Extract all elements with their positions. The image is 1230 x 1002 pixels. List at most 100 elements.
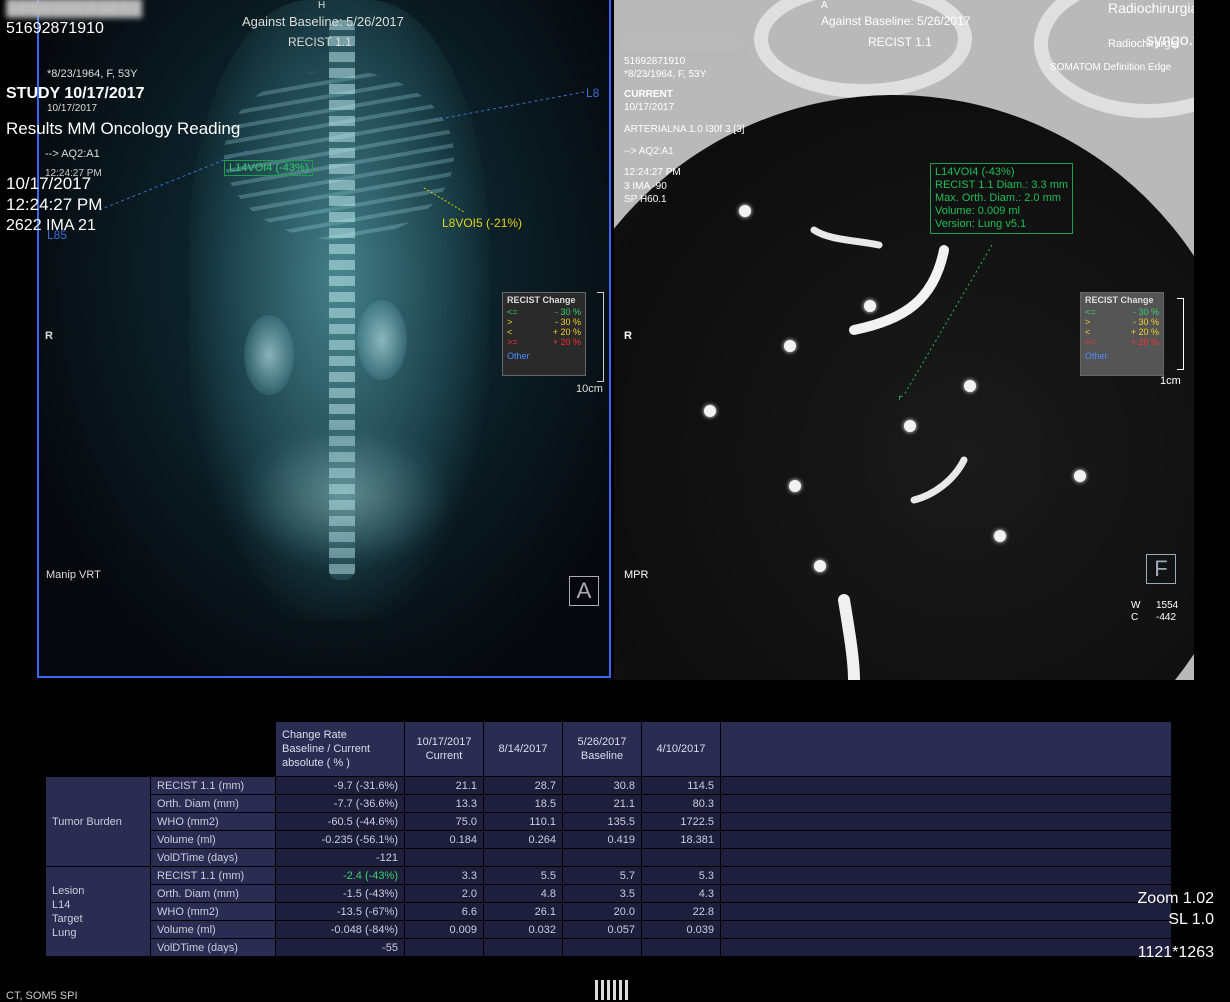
svg-text:⌜: ⌜: [898, 394, 904, 408]
window-w-label: W: [1131, 600, 1141, 611]
group-tumor-burden: Tumor Burden: [46, 777, 150, 866]
right-patient-id: 51692871910: [624, 56, 686, 67]
measurement-version: Version: Lung v5.1: [935, 218, 1027, 230]
recist-legend-row: < + 20 %: [507, 327, 581, 337]
empty-cell: [721, 867, 1171, 884]
value-cell: [484, 939, 562, 956]
left-orientation-r: R: [45, 330, 53, 342]
right-recist-label: RECIST 1.1: [868, 35, 932, 49]
logo-icon: [595, 980, 631, 1000]
change-cell: -13.5 (-67%): [276, 903, 404, 920]
window-center-value: -442: [1156, 612, 1177, 623]
value-cell: [642, 849, 720, 866]
left-mode-label: Manip VRT: [46, 569, 101, 581]
empty-cell: [721, 921, 1171, 938]
recist-change-legend-right: RECIST Change <= - 30 % > - 30 % < + 20 % >…: [1080, 292, 1164, 376]
recist-legend-title: RECIST Change: [1085, 295, 1154, 305]
row-label: VolDTime (days): [151, 849, 275, 866]
table-row[interactable]: Orth. Diam (mm) -7.7 (-36.6%) 13.3 18.5 …: [46, 795, 1171, 812]
right-sp: SP H60.1: [624, 194, 667, 205]
empty-cell: [721, 885, 1171, 902]
recist-legend-other: Other: [1085, 351, 1108, 361]
right-series: ARTERIALNA 1.0 I30f 3 [3]: [624, 124, 745, 135]
recist-legend-row: <= - 30 %: [1085, 307, 1159, 317]
value-cell: 3.5: [563, 885, 641, 902]
recist-legend-row: < + 20 %: [1085, 327, 1159, 337]
right-baseline-text: Against Baseline: 5/26/2017: [821, 14, 971, 28]
study-time-large: 12:24:27 PM: [6, 195, 103, 214]
right-viewport-mpr[interactable]: ⌜ ██████████████ 51692871910 *8/23/1964,…: [614, 0, 1194, 680]
value-cell: 5.3: [642, 867, 720, 884]
header-date-current: 10/17/2017 Current: [405, 722, 483, 776]
value-cell: [563, 849, 641, 866]
measurement-orth: Max. Orth. Diam.: 2.0 mm: [935, 192, 1061, 204]
recist-legend-title: RECIST Change: [507, 295, 576, 305]
empty-cell: [721, 795, 1171, 812]
change-cell: -9.7 (-31.6%): [276, 777, 404, 794]
redacted-patient-name: ████████████: [6, 0, 143, 17]
change-cell: -121: [276, 849, 404, 866]
right-patient-info: *8/23/1964, F, 53Y: [624, 69, 707, 80]
recist-legend-row: > - 30 %: [1085, 317, 1159, 327]
baseline-text: Against Baseline: 5/26/2017: [242, 14, 404, 29]
row-label: VolDTime (days): [151, 939, 275, 956]
row-label: Orth. Diam (mm): [151, 885, 275, 902]
table-row[interactable]: Lesion L14 Target Lung RECIST 1.1 (mm) -…: [46, 867, 1171, 956]
recist-legend-row: <= - 30 %: [507, 307, 581, 317]
header-date-4: 4/10/2017: [642, 722, 720, 776]
value-cell: [405, 939, 483, 956]
value-cell: [563, 939, 641, 956]
recist-legend-row: >= + 20 %: [507, 337, 581, 347]
table-row[interactable]: WHO (mm2) -60.5 (-44.6%) 75.0 110.1 135.…: [46, 813, 1171, 830]
left-patient-info: *8/23/1964, F, 53Y: [47, 68, 138, 80]
value-cell: 0.009: [405, 921, 483, 938]
value-cell: 0.032: [484, 921, 562, 938]
left-arrow-info: --> AQ2:A1: [45, 148, 100, 160]
table-row[interactable]: WHO (mm2) -13.5 (-67%) 6.6 26.1 20.0 22.…: [46, 903, 1171, 920]
lesion-tag-l14[interactable]: L14VOI4 (-43%): [224, 160, 314, 176]
table-row[interactable]: Tumor Burden RECIST 1.1 (mm) -9.7 (-31.6…: [46, 777, 1171, 866]
table-row[interactable]: VolDTime (days) -121: [46, 849, 1171, 866]
value-cell: 2.0: [405, 885, 483, 902]
right-ima: 3 IMA -90: [624, 181, 667, 192]
results-table: Change Rate Baseline / Current absolute …: [45, 721, 1172, 957]
value-cell: 30.8: [563, 777, 641, 794]
value-cell: 4.3: [642, 885, 720, 902]
change-cell: -0.235 (-56.1%): [276, 831, 404, 848]
value-cell: 5.7: [563, 867, 641, 884]
change-cell: -60.5 (-44.6%): [276, 813, 404, 830]
table-row[interactable]: Volume (ml) -0.048 (-84%) 0.009 0.032 0.…: [46, 921, 1171, 938]
right-mode-label: MPR: [624, 569, 649, 581]
row-label: Volume (ml): [151, 921, 275, 938]
table-header-row: Change Rate Baseline / Current absolute …: [46, 722, 1171, 776]
value-cell: 21.1: [563, 795, 641, 812]
right-date: 10/17/2017: [624, 102, 675, 113]
value-cell: 18.5: [484, 795, 562, 812]
change-cell: -1.5 (-43%): [276, 885, 404, 902]
table-row[interactable]: Orth. Diam (mm) -1.5 (-43%) 2.0 4.8 3.5 …: [46, 885, 1171, 902]
orientation-top-a: A: [821, 0, 828, 11]
header-date-2: 8/14/2017: [484, 722, 562, 776]
lesion-tag-l8voi5[interactable]: L8VOI5 (-21%): [442, 216, 522, 230]
recist-label: RECIST 1.1: [288, 35, 352, 49]
table-row[interactable]: Volume (ml) -0.235 (-56.1%) 0.184 0.264 …: [46, 831, 1171, 848]
row-label: WHO (mm2): [151, 903, 275, 920]
left-study-date-small: 10/17/2017: [47, 103, 98, 114]
study-date: STUDY 10/17/2017: [6, 85, 145, 102]
lesion-tag-l8[interactable]: L8: [586, 86, 599, 100]
view-letter-f: F: [1146, 554, 1176, 584]
right-scale-label: 1cm: [1160, 375, 1181, 387]
row-label: RECIST 1.1 (mm): [151, 777, 275, 794]
right-current-label: CURRENT: [624, 89, 673, 100]
value-cell: 28.7: [484, 777, 562, 794]
study-date-large: 10/17/2017: [6, 174, 92, 193]
value-cell: 20.0: [563, 903, 641, 920]
value-cell: 5.5: [484, 867, 562, 884]
lesion-measurement-box[interactable]: L14VOI4 (-43%) RECIST 1.1 Diam.: 3.3 mm …: [930, 163, 1074, 234]
table-row[interactable]: VolDTime (days) -55: [46, 939, 1171, 956]
empty-cell: [721, 813, 1171, 830]
product-label: syngo.via: [1146, 32, 1194, 49]
value-cell: 22.8: [642, 903, 720, 920]
group-lesion-l14: Lesion L14 Target Lung: [46, 867, 150, 956]
value-cell: 110.1: [484, 813, 562, 830]
